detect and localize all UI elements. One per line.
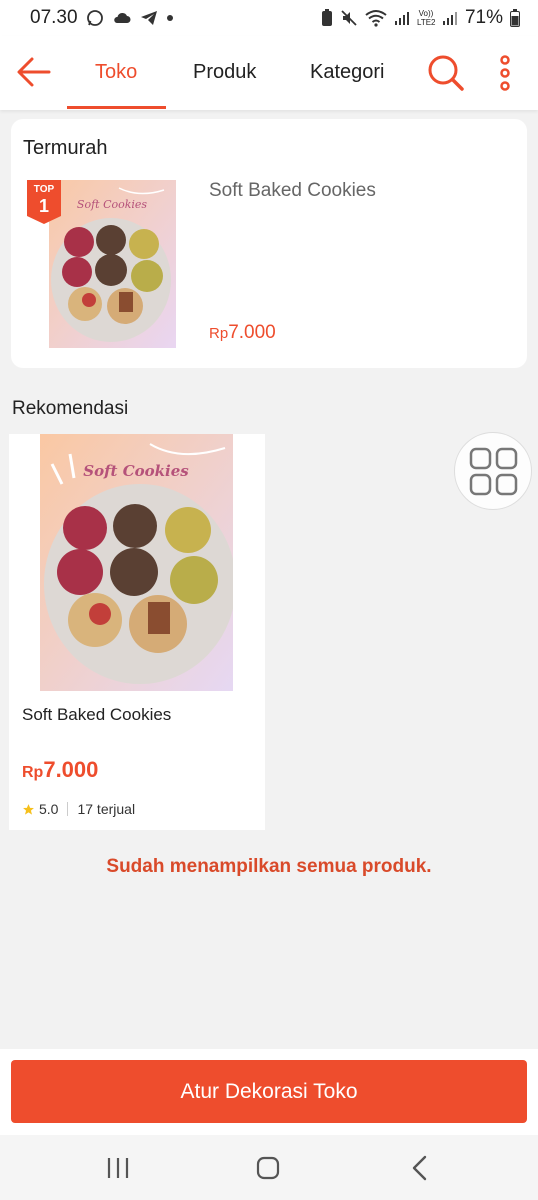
whatsapp-icon: [86, 10, 103, 26]
signal-2-icon: [442, 12, 457, 25]
product-card[interactable]: Soft Cookies Soft Baked Cookies Rp7.000 …: [9, 434, 265, 830]
grid-view-icon: [469, 447, 518, 496]
grid-view-button[interactable]: [454, 432, 532, 510]
cheapest-product-image[interactable]: Soft Cookies: [49, 180, 176, 348]
badge-top-label: TOP: [34, 184, 55, 195]
status-bar: 07.30 Vo)) LTE2 71%: [0, 0, 538, 36]
search-button[interactable]: [427, 54, 465, 92]
badge-rank-number: 1: [39, 196, 49, 216]
home-button[interactable]: [252, 1152, 284, 1184]
cheapest-product-price: Rp7.000: [209, 322, 276, 344]
mute-icon: [341, 10, 357, 26]
cheapest-product-name[interactable]: Soft Baked Cookies: [209, 180, 376, 202]
price-value: 7.000: [228, 322, 276, 343]
arrow-left-icon: [17, 57, 51, 87]
currency-label: Rp: [209, 325, 229, 342]
cookie-photo-image: Soft Cookies: [49, 180, 176, 348]
notification-dot-icon: [166, 15, 173, 21]
system-back-button[interactable]: [404, 1152, 436, 1184]
more-options-button[interactable]: [494, 54, 516, 92]
cloud-icon: [113, 12, 131, 23]
tab-produk[interactable]: Produk: [193, 61, 256, 84]
search-icon: [428, 55, 464, 91]
status-right: Vo)) LTE2 71%: [321, 7, 520, 29]
home-icon: [256, 1156, 280, 1180]
recent-apps-button[interactable]: [102, 1152, 134, 1184]
product-rating: 5.0 17 terjual: [22, 801, 135, 817]
signal-icon: [394, 12, 409, 25]
product-image[interactable]: Soft Cookies: [40, 434, 233, 691]
bottom-action-bar: Atur Dekorasi Toko: [0, 1049, 538, 1135]
tab-toko[interactable]: Toko: [95, 61, 137, 84]
wifi-icon: [365, 10, 387, 27]
tab-kategori[interactable]: Kategori: [310, 61, 385, 84]
recommendations-title: Rekomendasi: [12, 398, 129, 419]
sold-count: 17 terjual: [77, 801, 136, 817]
cheapest-section-title: Termurah: [23, 137, 108, 159]
currency-label: Rp: [22, 764, 44, 781]
status-left: 07.30: [30, 7, 174, 29]
end-of-list-message: Sudah menampilkan semua produk.: [106, 856, 432, 877]
rating-divider: [67, 802, 69, 816]
network-label: Vo)) LTE2: [416, 9, 436, 27]
battery-icon: [510, 9, 520, 27]
recent-apps-icon: [107, 1158, 129, 1178]
active-tab-indicator: [67, 106, 166, 109]
product-image-caption: Soft Cookies: [83, 462, 189, 480]
cheapest-image-caption: Soft Cookies: [77, 198, 148, 211]
battery-saver-icon: [321, 9, 332, 26]
rating-value: 5.0: [39, 801, 59, 817]
price-value: 7.000: [43, 757, 99, 782]
cookie-photo-image: Soft Cookies: [40, 434, 233, 691]
telegram-icon: [140, 11, 157, 25]
cheapest-product-card[interactable]: Termurah Soft Cookies TOP 1 Soft Baked C…: [11, 119, 527, 368]
top-navigation: Toko Produk Kategori: [0, 36, 538, 110]
back-button[interactable]: [16, 56, 52, 88]
star-icon: [23, 803, 34, 815]
more-vertical-icon: [500, 55, 510, 91]
product-name[interactable]: Soft Baked Cookies: [22, 705, 171, 725]
status-time: 07.30: [30, 7, 78, 28]
chevron-left-icon: [412, 1155, 427, 1181]
system-navigation-bar: [0, 1135, 538, 1200]
product-price: Rp7.000: [22, 757, 98, 783]
decorate-shop-button[interactable]: Atur Dekorasi Toko: [11, 1060, 527, 1123]
top-rank-badge: TOP 1: [27, 180, 61, 224]
battery-percent: 71%: [464, 7, 503, 28]
